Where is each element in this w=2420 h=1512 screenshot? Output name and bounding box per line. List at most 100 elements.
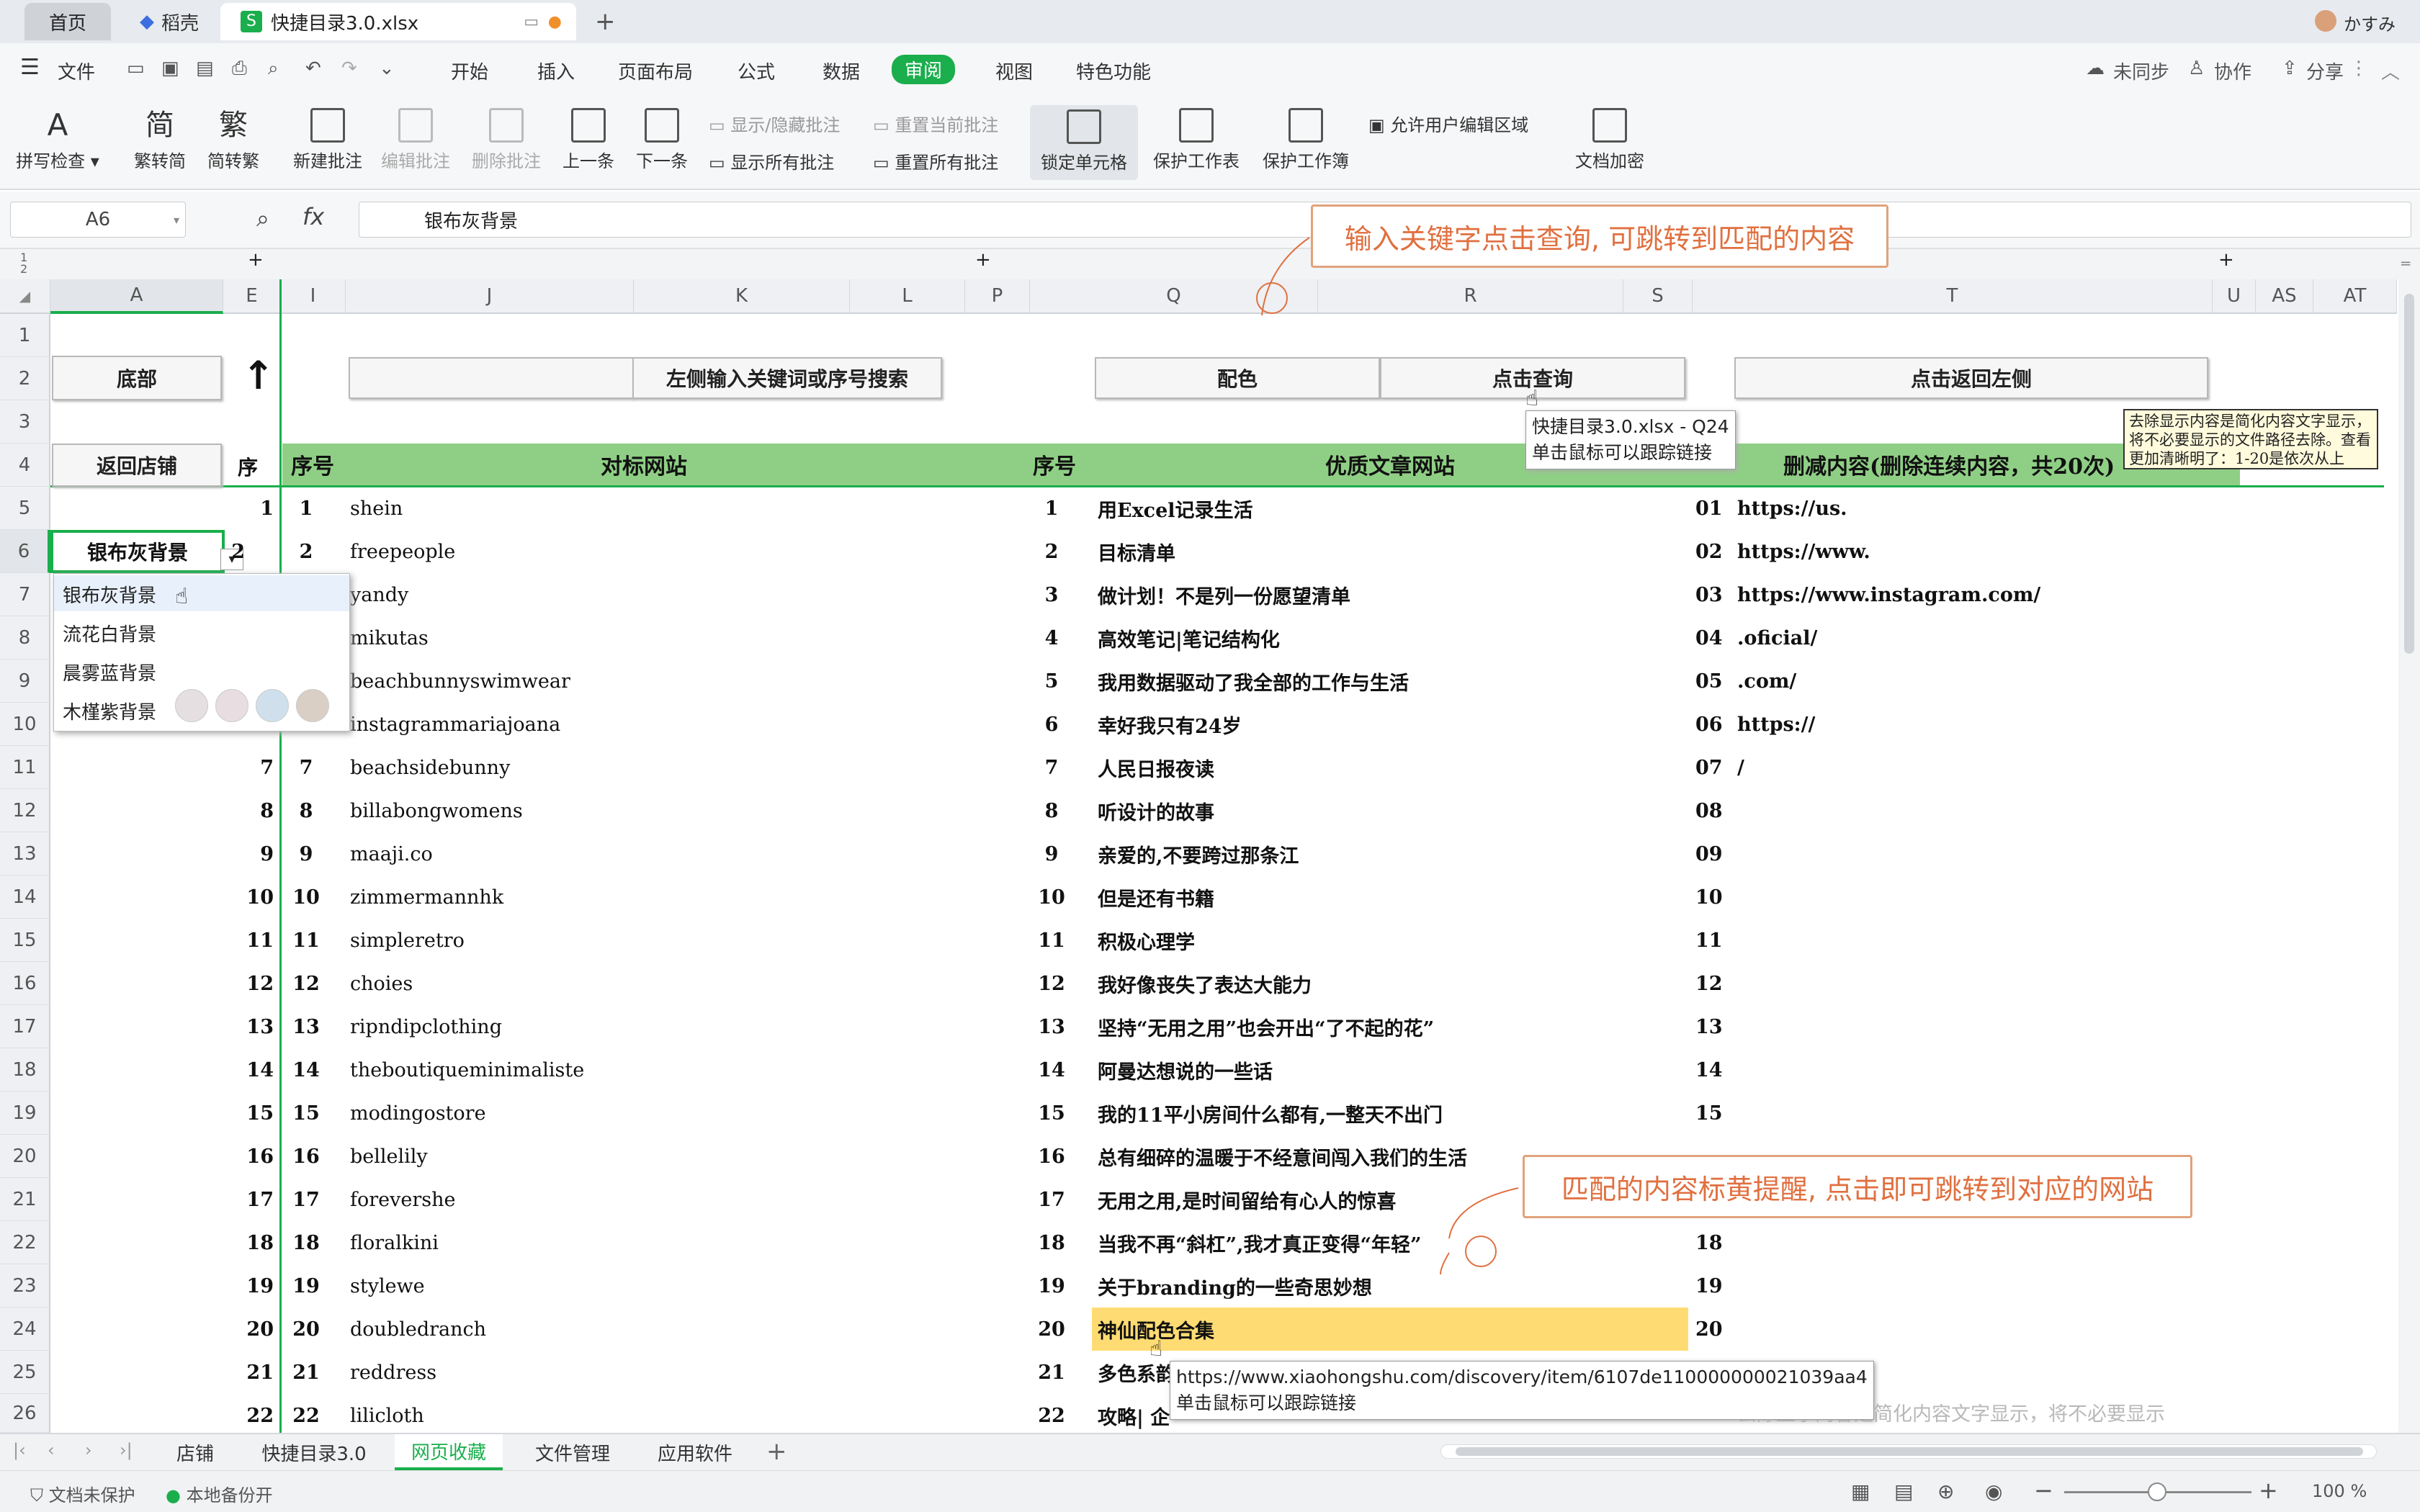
seq-cell[interactable]: 15 xyxy=(288,1092,324,1135)
row-header-23[interactable]: 23 xyxy=(0,1264,50,1308)
dropdown-option-2[interactable]: 流花白背景 xyxy=(63,620,156,647)
back-left-button[interactable]: 点击返回左侧 xyxy=(1734,357,2208,399)
seq-cell-2[interactable]: 18 xyxy=(1030,1221,1073,1264)
seq-cell[interactable]: 7 xyxy=(288,746,324,789)
new-tab-icon[interactable]: + xyxy=(595,7,616,36)
row-header-3[interactable]: 3 xyxy=(0,400,50,444)
seq-cell-2[interactable]: 3 xyxy=(1030,573,1073,616)
new-comment-button[interactable]: 新建批注 xyxy=(288,108,367,172)
arrow-up-icon[interactable]: ↑ xyxy=(242,353,274,398)
seq-cell-2[interactable]: 21 xyxy=(1030,1351,1073,1394)
show-hide-comment-button[interactable]: ▭ 显示/隐藏批注 xyxy=(709,111,840,136)
delete-index-cell[interactable]: 08 xyxy=(1695,789,1723,832)
row-header-10[interactable]: 10 xyxy=(0,703,50,746)
delete-content-cell[interactable]: https://www. xyxy=(1737,530,1870,573)
row-header-25[interactable]: 25 xyxy=(0,1351,50,1394)
collab-button[interactable]: 协作 xyxy=(2214,58,2251,84)
article-link[interactable]: 人民日报夜读 xyxy=(1098,746,1214,789)
row-header-26[interactable]: 26 xyxy=(0,1394,50,1433)
article-link[interactable]: 幸好我只有24岁 xyxy=(1098,703,1242,746)
row-header-19[interactable]: 19 xyxy=(0,1092,50,1135)
row-header-11[interactable]: 11 xyxy=(0,746,50,789)
zoom-level[interactable]: 100 % xyxy=(2312,1481,2367,1501)
seq-cell[interactable]: 1 xyxy=(288,487,324,530)
index-cell[interactable]: 11 xyxy=(223,919,274,962)
delete-index-cell[interactable]: 01 xyxy=(1695,487,1723,530)
site-link[interactable]: simpleretro xyxy=(350,919,465,962)
col-header-AT[interactable]: AT xyxy=(2313,279,2397,314)
tab-daoke[interactable]: ◆ 稻壳 xyxy=(120,3,209,40)
seq-cell[interactable]: 8 xyxy=(288,789,324,832)
sheet-tab-files[interactable]: 文件管理 xyxy=(524,1434,621,1470)
vertical-scrollbar[interactable] xyxy=(2398,279,2420,1433)
horizontal-scroll-thumb[interactable] xyxy=(1456,1447,2363,1456)
outline-level-labels[interactable]: 12 xyxy=(20,252,27,275)
index-cell[interactable]: 8 xyxy=(223,789,274,832)
site-link[interactable]: reddress xyxy=(350,1351,436,1394)
spell-check-button[interactable]: A 拼写检查 ▾ xyxy=(14,108,101,172)
menu-data[interactable]: 数据 xyxy=(823,58,860,84)
protect-status[interactable]: ⛉ 文档未保护 xyxy=(30,1481,135,1506)
delete-index-cell[interactable]: 09 xyxy=(1695,832,1723,876)
protect-sheet-button[interactable]: 保护工作表 xyxy=(1150,108,1243,172)
zoom-icon[interactable]: ⌕ xyxy=(256,204,269,233)
sync-status[interactable]: 未同步 xyxy=(2113,58,2169,84)
row-header-5[interactable]: 5 xyxy=(0,487,50,530)
horizontal-scrollbar[interactable] xyxy=(1440,1444,2377,1459)
site-link[interactable]: mikutas xyxy=(350,616,429,660)
delete-index-cell[interactable]: 10 xyxy=(1695,876,1723,919)
delete-index-cell[interactable]: 20 xyxy=(1695,1308,1723,1351)
back-store-button[interactable]: 返回店铺 xyxy=(52,444,222,487)
collapse-ribbon-icon[interactable]: ︿ xyxy=(2381,58,2400,84)
row-header-13[interactable]: 13 xyxy=(0,832,50,876)
expand-group-icon[interactable]: + xyxy=(975,249,991,271)
seq-cell[interactable]: 16 xyxy=(288,1135,324,1178)
eye-protect-icon[interactable]: ◉ xyxy=(1985,1480,2002,1503)
col-header-P[interactable]: P xyxy=(965,279,1030,314)
seq-cell[interactable]: 13 xyxy=(288,1005,324,1048)
avatar[interactable] xyxy=(2315,10,2336,32)
index-cell[interactable]: 22 xyxy=(223,1394,274,1437)
col-header-AS[interactable]: AS xyxy=(2256,279,2313,314)
s2t-button[interactable]: 繁简转繁 xyxy=(205,108,262,172)
seq-cell[interactable]: 11 xyxy=(288,919,324,962)
seq-cell-2[interactable]: 11 xyxy=(1030,919,1073,962)
sheet-tab-web[interactable]: 网页收藏 xyxy=(395,1434,503,1470)
delete-index-cell[interactable]: 11 xyxy=(1695,919,1723,962)
site-link[interactable]: ripndipclothing xyxy=(350,1005,502,1048)
seq-cell-2[interactable]: 6 xyxy=(1030,703,1073,746)
row-header-9[interactable]: 9 xyxy=(0,660,50,703)
index-cell[interactable]: 9 xyxy=(223,832,274,876)
row-header-6[interactable]: 6 xyxy=(0,530,50,573)
delete-comment-button[interactable]: 删除批注 xyxy=(467,108,546,172)
hamburger-icon[interactable]: ☰ xyxy=(20,55,40,80)
row-header-1[interactable]: 1 xyxy=(0,314,50,357)
user-name[interactable]: かすみ xyxy=(2344,10,2396,35)
delete-content-cell[interactable]: https://us. xyxy=(1737,487,1847,530)
menu-page-layout[interactable]: 页面布局 xyxy=(618,58,693,84)
seq-cell[interactable]: 10 xyxy=(288,876,324,919)
index-cell[interactable]: 19 xyxy=(223,1264,274,1308)
expand-group-icon[interactable]: + xyxy=(248,249,264,271)
select-all-corner[interactable]: ◢ xyxy=(0,279,50,314)
menu-insert[interactable]: 插入 xyxy=(537,58,575,84)
row-header-24[interactable]: 24 xyxy=(0,1308,50,1351)
show-all-comment-button[interactable]: ▭ 显示所有批注 xyxy=(709,148,834,174)
seq-cell-2[interactable]: 16 xyxy=(1030,1135,1073,1178)
fx-icon[interactable]: fx xyxy=(302,203,324,230)
index-cell[interactable]: 21 xyxy=(223,1351,274,1394)
delete-index-cell[interactable]: 14 xyxy=(1695,1048,1723,1092)
seq-cell[interactable]: 12 xyxy=(288,962,324,1005)
undo-icon[interactable]: ↶ xyxy=(305,58,321,79)
row-header-8[interactable]: 8 xyxy=(0,616,50,660)
print-icon[interactable]: ⎙ xyxy=(232,58,247,80)
bottom-button[interactable]: 底部 xyxy=(52,356,222,400)
monitor-icon[interactable]: ▭ xyxy=(524,13,539,31)
delete-index-cell[interactable]: 18 xyxy=(1695,1221,1723,1264)
seq-cell-2[interactable]: 14 xyxy=(1030,1048,1073,1092)
col-header-J[interactable]: J xyxy=(346,279,634,314)
delete-content-cell[interactable]: .oficial/ xyxy=(1737,616,1817,660)
site-link[interactable]: forevershe xyxy=(350,1178,456,1221)
kebab-icon[interactable]: ⋮ xyxy=(2349,58,2368,79)
index-cell[interactable]: 12 xyxy=(223,962,274,1005)
